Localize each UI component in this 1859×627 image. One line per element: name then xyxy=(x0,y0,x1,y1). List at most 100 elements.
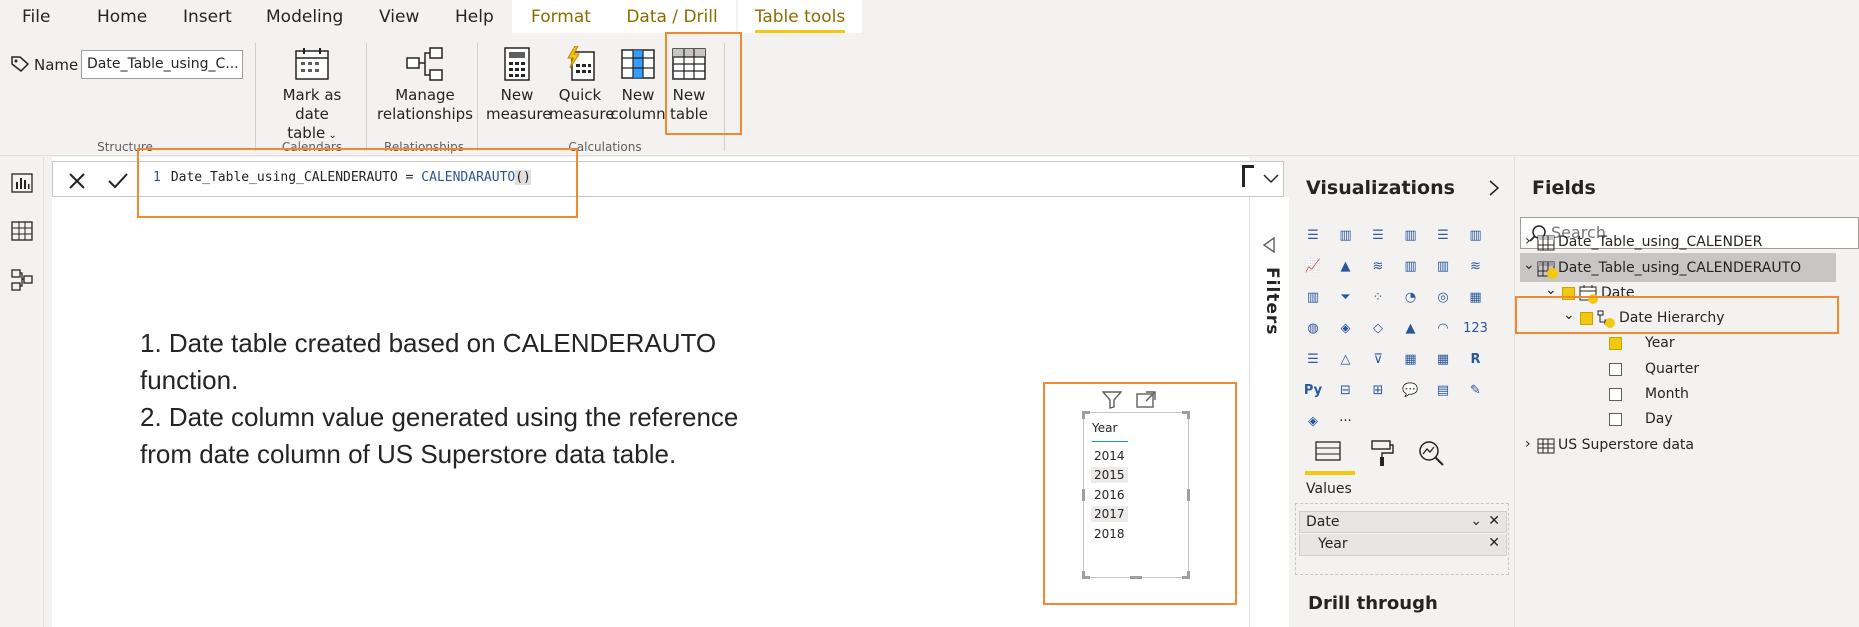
check-icon[interactable] xyxy=(107,171,129,191)
chevron-down-icon[interactable]: ⌄ xyxy=(1523,257,1535,273)
dax-formula-input[interactable]: 1 Date_Table_using_CALENDERAUTO = CALENDA… xyxy=(153,170,531,185)
resize-handle[interactable] xyxy=(1187,411,1190,419)
chevron-right-icon[interactable]: › xyxy=(1525,233,1531,249)
resize-handle[interactable] xyxy=(1082,411,1085,419)
data-view-icon[interactable] xyxy=(11,221,33,241)
resize-handle[interactable] xyxy=(1082,571,1085,579)
well-field-year[interactable]: Year ✕ xyxy=(1299,534,1507,556)
fields-well-icon[interactable] xyxy=(1313,439,1343,465)
well-field-date[interactable]: Date ⌄ ✕ xyxy=(1299,511,1507,533)
resize-handle[interactable] xyxy=(1187,489,1190,501)
python-visual-icon[interactable]: Py xyxy=(1299,376,1327,404)
menu-modeling[interactable]: Modeling xyxy=(266,7,343,27)
table-name-input[interactable]: Date_Table_using_C... xyxy=(81,50,243,79)
values-label: Values xyxy=(1306,481,1352,497)
analytics-icon[interactable] xyxy=(1417,439,1445,467)
slicer-item[interactable]: 2016 xyxy=(1091,487,1128,503)
report-view-icon[interactable] xyxy=(11,173,33,193)
hierarchy-checkbox[interactable] xyxy=(1580,312,1593,325)
stacked-column-100-icon[interactable]: ▥ xyxy=(1462,221,1490,249)
filters-pane-collapsed[interactable]: Filters xyxy=(1249,197,1289,627)
smart-narrative-icon[interactable]: ✎ xyxy=(1462,376,1490,404)
new-measure-button[interactable]: New measure xyxy=(486,46,551,124)
model-view-icon[interactable] xyxy=(11,269,33,291)
line-chart-icon[interactable]: 📈 xyxy=(1299,252,1327,280)
chevron-down-icon[interactable] xyxy=(1263,174,1279,184)
menu-view[interactable]: View xyxy=(379,7,419,27)
scatter-icon[interactable]: ⁘ xyxy=(1364,283,1392,311)
close-icon[interactable]: ✕ xyxy=(1488,513,1500,529)
year-slicer[interactable]: Year 2014 2015 2016 2017 2018 xyxy=(1082,411,1190,579)
slicer-item[interactable]: 2018 xyxy=(1091,526,1128,542)
ribbon-chart-icon[interactable]: ≋ xyxy=(1462,252,1490,280)
stacked-bar-icon[interactable]: ☰ xyxy=(1299,221,1327,249)
date-checkbox[interactable] xyxy=(1562,287,1575,300)
clustered-column-icon[interactable]: ▥ xyxy=(1397,221,1425,249)
multi-row-card-icon[interactable]: ☰ xyxy=(1299,345,1327,373)
new-column-button[interactable]: New column xyxy=(610,46,666,124)
chevron-down-icon[interactable]: ⌄ xyxy=(1545,282,1557,298)
menu-help[interactable]: Help xyxy=(455,7,494,27)
tab-data-drill[interactable]: Data / Drill xyxy=(608,0,736,33)
shape-map-icon[interactable]: ◇ xyxy=(1364,314,1392,342)
azure-map-icon[interactable]: ▲ xyxy=(1397,314,1425,342)
paginated-report-icon[interactable]: ▤ xyxy=(1429,376,1457,404)
chevron-down-icon[interactable]: ⌄ xyxy=(1563,307,1575,323)
menu-insert[interactable]: Insert xyxy=(183,7,232,27)
chevron-down-icon[interactable]: ⌄ xyxy=(1470,513,1482,529)
menu-home[interactable]: Home xyxy=(97,7,147,27)
map-icon[interactable]: ◍ xyxy=(1299,314,1327,342)
more-options-icon[interactable]: ··· xyxy=(1332,407,1360,435)
day-checkbox[interactable] xyxy=(1609,413,1622,426)
area-chart-icon[interactable]: ▲ xyxy=(1332,252,1360,280)
month-checkbox[interactable] xyxy=(1609,388,1622,401)
card-icon[interactable]: 123 xyxy=(1462,314,1490,342)
slicer-item[interactable]: 2014 xyxy=(1091,448,1128,464)
resize-handle[interactable] xyxy=(1130,576,1142,579)
filter-icon[interactable] xyxy=(1102,391,1122,409)
manage-relationships-button[interactable]: Manage relationships xyxy=(375,46,475,124)
menu-file[interactable]: File xyxy=(22,7,50,27)
quarter-checkbox[interactable] xyxy=(1609,363,1622,376)
chevron-right-icon[interactable] xyxy=(1488,179,1500,197)
matrix-icon[interactable]: ▦ xyxy=(1429,345,1457,373)
pie-chart-icon[interactable]: ◔ xyxy=(1397,283,1425,311)
slicer-item[interactable]: 2015 xyxy=(1091,467,1128,483)
filled-map-icon[interactable]: ◈ xyxy=(1332,314,1360,342)
slicer-icon[interactable]: ⊽ xyxy=(1364,345,1392,373)
close-icon[interactable]: ✕ xyxy=(1488,535,1500,551)
stacked-bar-100-icon[interactable]: ☰ xyxy=(1429,221,1457,249)
line-clustered-column-icon[interactable]: ▥ xyxy=(1429,252,1457,280)
key-influencers-icon[interactable]: ⊟ xyxy=(1332,376,1360,404)
gauge-icon[interactable]: ◠ xyxy=(1429,314,1457,342)
resize-handle[interactable] xyxy=(1082,489,1085,501)
mark-as-date-table-button[interactable]: Mark as date table ⌄ xyxy=(266,46,358,145)
new-table-button[interactable]: New table xyxy=(666,46,712,124)
kpi-icon[interactable]: △ xyxy=(1332,345,1360,373)
close-icon[interactable] xyxy=(67,171,87,191)
qa-icon[interactable]: 💬 xyxy=(1397,376,1425,404)
decomposition-tree-icon[interactable]: ⊞ xyxy=(1364,376,1392,404)
paint-roller-icon[interactable] xyxy=(1369,439,1395,467)
resize-handle[interactable] xyxy=(1187,571,1190,579)
focus-mode-icon[interactable] xyxy=(1136,391,1156,409)
funnel-icon[interactable]: ⏷ xyxy=(1332,283,1360,311)
treemap-icon[interactable]: ▦ xyxy=(1462,283,1490,311)
formula-scrollbar[interactable] xyxy=(1242,165,1254,187)
collapse-arrow-icon[interactable] xyxy=(1262,237,1276,253)
power-apps-icon[interactable]: ◈ xyxy=(1299,407,1327,435)
chevron-right-icon[interactable]: › xyxy=(1525,436,1531,452)
quick-measure-button[interactable]: Quick measure xyxy=(549,46,614,124)
year-checkbox[interactable] xyxy=(1609,337,1622,350)
line-column-icon[interactable]: ▥ xyxy=(1397,252,1425,280)
tab-format[interactable]: Format xyxy=(512,0,610,33)
table-visual-icon[interactable]: ▦ xyxy=(1397,345,1425,373)
tab-table-tools[interactable]: Table tools xyxy=(738,0,862,33)
r-visual-icon[interactable]: R xyxy=(1462,345,1490,373)
stacked-area-icon[interactable]: ≋ xyxy=(1364,252,1392,280)
slicer-item[interactable]: 2017 xyxy=(1091,506,1128,522)
waterfall-icon[interactable]: ▥ xyxy=(1299,283,1327,311)
donut-chart-icon[interactable]: ◎ xyxy=(1429,283,1457,311)
clustered-bar-icon[interactable]: ☰ xyxy=(1364,221,1392,249)
stacked-column-icon[interactable]: ▥ xyxy=(1332,221,1360,249)
